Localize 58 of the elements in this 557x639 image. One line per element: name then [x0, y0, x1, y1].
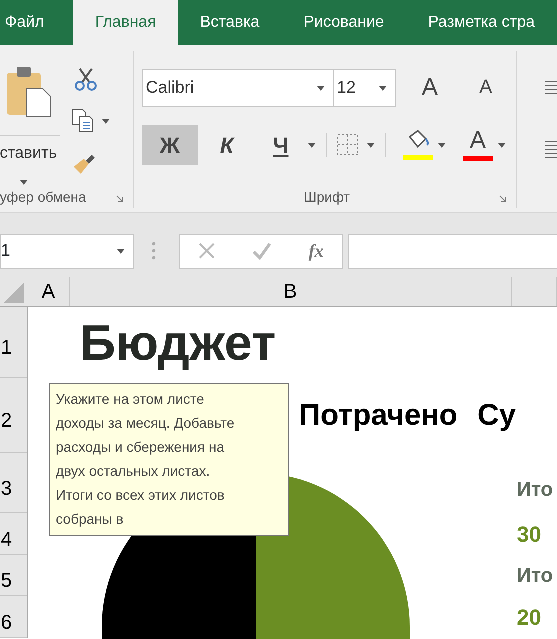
- row-header[interactable]: 4: [0, 513, 27, 555]
- total-label: Ито: [517, 478, 554, 503]
- align-top-icon[interactable]: [545, 81, 557, 95]
- check-icon[interactable]: [252, 242, 272, 260]
- row-header[interactable]: 3: [0, 453, 27, 513]
- caret-icon[interactable]: [438, 142, 446, 148]
- group-label: Шрифт: [304, 188, 350, 207]
- borders-icon[interactable]: [337, 134, 359, 156]
- caret-icon[interactable]: [117, 248, 125, 254]
- column-heading: Потрачено: [299, 398, 458, 434]
- row-header[interactable]: 2: [0, 378, 27, 453]
- italic-button[interactable]: К: [202, 125, 252, 165]
- underline-button[interactable]: Ч: [256, 125, 306, 165]
- caret-icon[interactable]: [308, 142, 316, 148]
- row-header[interactable]: 6: [0, 596, 27, 638]
- scissors-icon[interactable]: [74, 67, 98, 91]
- tooltip: Укажите на этом листе доходы за месяц. Добавьте расходы и сбережения на двух остальных листах. Итоги со всех этих листов собраны в: [49, 383, 289, 536]
- total-value: 30: [517, 520, 542, 548]
- name-box[interactable]: 1: [0, 234, 134, 268]
- caret-icon[interactable]: [317, 86, 325, 90]
- font-size-text: 12: [337, 77, 357, 100]
- font-name-field[interactable]: Calibri: [142, 69, 334, 107]
- paste-button[interactable]: ставить: [0, 135, 60, 166]
- ribbon-tab[interactable]: Вставка: [178, 0, 282, 45]
- copy-icon[interactable]: [72, 109, 94, 133]
- shrink-font-button[interactable]: A: [466, 69, 506, 107]
- align-left-icon[interactable]: [545, 141, 557, 159]
- formula-input[interactable]: [348, 234, 557, 268]
- column-header[interactable]: B: [70, 277, 512, 306]
- insert-function-button[interactable]: fx: [308, 238, 324, 264]
- column-heading: Су: [478, 398, 516, 434]
- caret-icon[interactable]: [102, 118, 110, 124]
- sheet-title: Бюджет: [80, 318, 276, 368]
- row-header[interactable]: 1: [0, 307, 27, 378]
- bold-button[interactable]: Ж: [142, 125, 198, 165]
- ribbon-tab[interactable]: Рисование: [282, 0, 406, 45]
- caret-icon[interactable]: [20, 180, 28, 185]
- ribbon-tab[interactable]: Главная: [73, 0, 178, 45]
- grip-icon[interactable]: [152, 242, 156, 260]
- paste-icon[interactable]: [5, 65, 53, 117]
- caret-icon[interactable]: [367, 142, 375, 148]
- fill-color-icon[interactable]: [402, 129, 434, 161]
- ribbon-tab[interactable]: Разметка стра: [406, 0, 557, 45]
- name-box-text: 1: [1, 240, 12, 262]
- launcher-icon[interactable]: [114, 193, 123, 202]
- total-value: 20: [517, 604, 542, 632]
- total-label: Ито: [517, 564, 554, 588]
- font-color-button[interactable]: A: [462, 128, 494, 162]
- grow-font-button[interactable]: A: [410, 69, 450, 107]
- launcher-icon[interactable]: [497, 193, 506, 202]
- group-label: уфер обмена: [0, 188, 86, 207]
- caret-icon[interactable]: [379, 86, 387, 90]
- caret-icon[interactable]: [498, 142, 506, 148]
- font-name-text: Calibri: [146, 77, 196, 100]
- font-size-field[interactable]: 12: [334, 69, 396, 107]
- column-header[interactable]: A: [28, 277, 70, 306]
- row-header[interactable]: 5: [0, 555, 27, 596]
- ribbon-tab[interactable]: Файл: [0, 0, 74, 45]
